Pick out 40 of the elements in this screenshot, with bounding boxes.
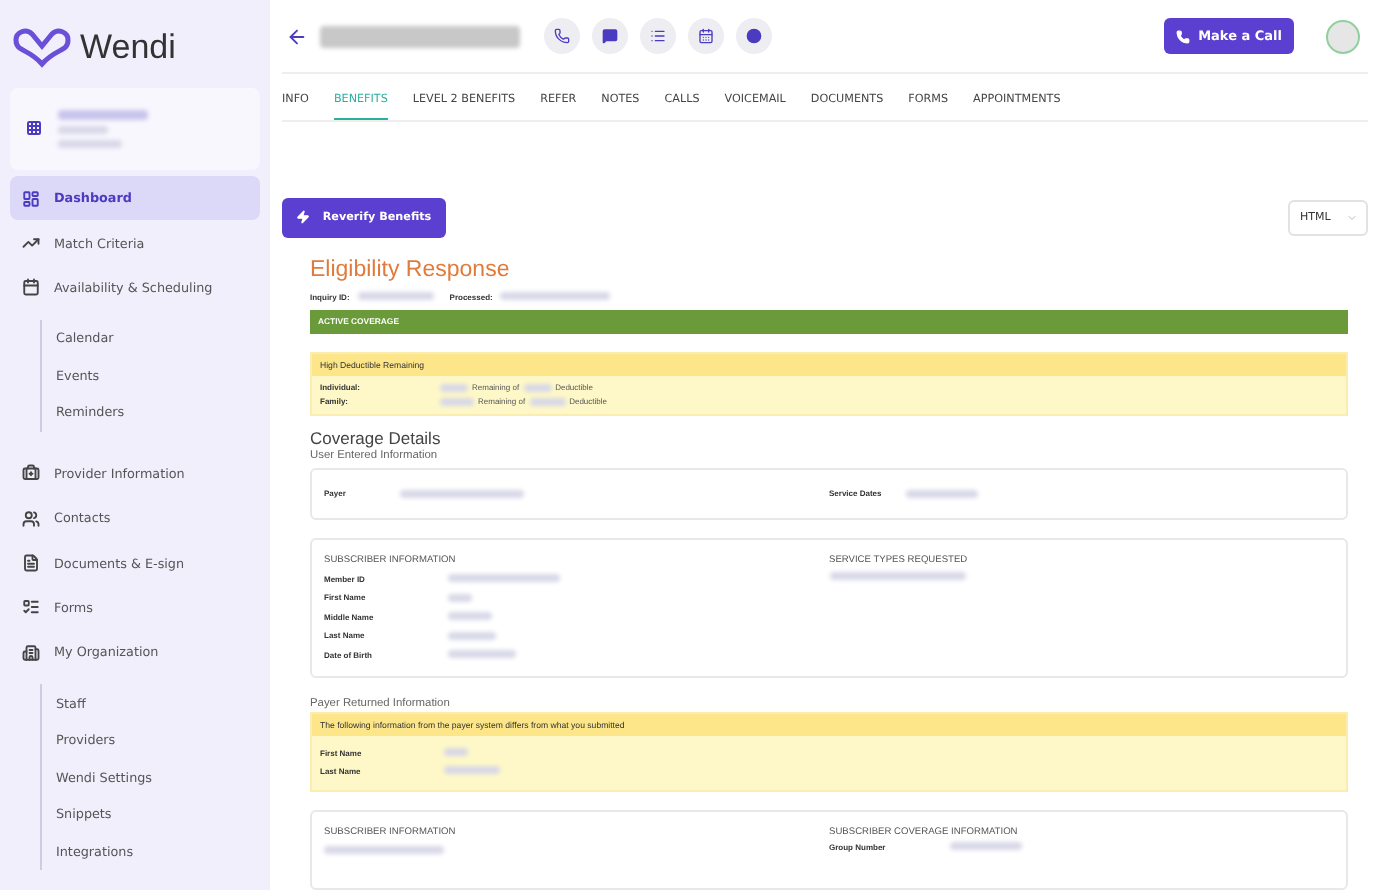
grid-icon bbox=[26, 120, 42, 137]
back-arrow-icon[interactable] bbox=[286, 25, 308, 48]
report-title: Eligibility Response bbox=[310, 257, 512, 281]
dashboard-icon bbox=[22, 189, 40, 208]
chat-bubble-icon bbox=[602, 28, 618, 45]
redacted-value bbox=[448, 612, 492, 620]
redacted-value bbox=[448, 631, 496, 639]
redacted-value bbox=[905, 489, 977, 497]
building-icon bbox=[22, 643, 40, 662]
list-icon bbox=[22, 598, 40, 617]
document-icon bbox=[22, 554, 40, 573]
phone-icon bbox=[554, 28, 570, 45]
people-icon bbox=[22, 509, 40, 528]
redacted-value bbox=[444, 748, 468, 756]
lightning-icon bbox=[296, 210, 311, 224]
trend-line-icon bbox=[22, 234, 40, 253]
calendar-icon bbox=[22, 278, 40, 297]
redacted-value bbox=[448, 650, 516, 658]
section-heading: Coverage Details bbox=[310, 427, 443, 447]
redacted-value bbox=[448, 593, 472, 601]
chevron-down-icon bbox=[1346, 211, 1358, 223]
redacted-value bbox=[324, 845, 444, 853]
list-button[interactable] bbox=[640, 18, 676, 55]
calendar-icon bbox=[698, 28, 714, 45]
heart-logo-icon bbox=[12, 28, 72, 68]
redacted-value bbox=[829, 572, 965, 580]
redacted-value bbox=[444, 766, 500, 774]
redacted-value bbox=[357, 292, 434, 300]
phone-button[interactable] bbox=[544, 18, 580, 55]
redacted-value bbox=[949, 842, 1021, 850]
phone-icon bbox=[1176, 29, 1191, 44]
info-button[interactable] bbox=[736, 18, 772, 55]
chat-button[interactable] bbox=[592, 18, 628, 55]
redacted-value bbox=[448, 574, 560, 582]
calendar-button[interactable] bbox=[688, 18, 724, 55]
redacted-value bbox=[500, 292, 611, 300]
logo-text: Wendi bbox=[80, 28, 176, 68]
redacted-value bbox=[400, 489, 524, 497]
medical-bag-icon bbox=[22, 464, 40, 483]
list-icon bbox=[650, 28, 666, 45]
